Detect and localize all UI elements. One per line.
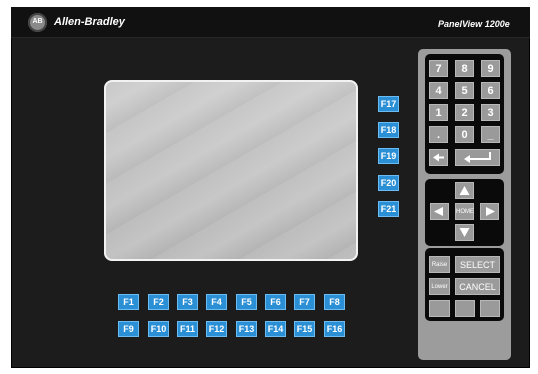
function-key-f6[interactable]: F6: [265, 294, 286, 310]
backspace-key[interactable]: [429, 149, 448, 166]
left-arrow-key[interactable]: [430, 203, 449, 220]
function-key-f20[interactable]: F20: [378, 175, 399, 191]
key-4[interactable]: 4: [429, 82, 448, 99]
logo-text: AB: [32, 18, 43, 25]
control-keys: Raise SELECT Lower CANCEL: [425, 248, 504, 321]
blank-key-3[interactable]: [480, 300, 500, 317]
function-key-f11[interactable]: F11: [177, 321, 198, 337]
lower-key[interactable]: Lower: [429, 278, 450, 295]
model-name: PanelView 1200e: [438, 19, 510, 29]
home-key[interactable]: HOME: [455, 203, 474, 220]
down-arrow-key[interactable]: [455, 224, 474, 241]
display-screen[interactable]: [104, 80, 358, 261]
key-minus[interactable]: _: [481, 126, 500, 143]
keypad-panel: 7 8 9 4 5 6 1 2 3 . 0 _ HOME Raise SELEC…: [418, 49, 511, 360]
function-key-f16[interactable]: F16: [324, 321, 345, 337]
select-key[interactable]: SELECT: [455, 256, 500, 273]
function-key-f3[interactable]: F3: [177, 294, 198, 310]
enter-arrow-icon: [464, 152, 491, 163]
up-arrow-key[interactable]: [455, 182, 474, 199]
left-triangle-icon: [434, 207, 443, 216]
function-key-f4[interactable]: F4: [206, 294, 227, 310]
key-3[interactable]: 3: [481, 104, 500, 121]
key-1[interactable]: 1: [429, 104, 448, 121]
function-key-f2[interactable]: F2: [148, 294, 169, 310]
function-key-f5[interactable]: F5: [236, 294, 257, 310]
function-key-f12[interactable]: F12: [206, 321, 227, 337]
allen-bradley-logo-icon: AB: [28, 13, 47, 32]
key-0[interactable]: 0: [455, 126, 474, 143]
header-bar: AB Allen-Bradley PanelView 1200e: [11, 7, 530, 38]
key-6[interactable]: 6: [481, 82, 500, 99]
function-key-f10[interactable]: F10: [148, 321, 169, 337]
numeric-keypad: 7 8 9 4 5 6 1 2 3 . 0 _: [425, 54, 504, 174]
key-8[interactable]: 8: [455, 60, 474, 77]
function-key-f14[interactable]: F14: [265, 321, 286, 337]
up-triangle-icon: [459, 186, 470, 195]
key-5[interactable]: 5: [455, 82, 474, 99]
key-9[interactable]: 9: [481, 60, 500, 77]
brand-name: Allen-Bradley: [54, 16, 125, 28]
function-key-f17[interactable]: F17: [378, 96, 399, 112]
function-key-f8[interactable]: F8: [324, 294, 345, 310]
function-key-f19[interactable]: F19: [378, 148, 399, 164]
key-7[interactable]: 7: [429, 60, 448, 77]
raise-key[interactable]: Raise: [429, 256, 450, 273]
function-key-f7[interactable]: F7: [294, 294, 315, 310]
right-arrow-key[interactable]: [480, 203, 499, 220]
key-2[interactable]: 2: [455, 104, 474, 121]
enter-key[interactable]: [455, 149, 500, 166]
function-key-f15[interactable]: F15: [294, 321, 315, 337]
function-key-f9[interactable]: F9: [118, 321, 139, 337]
cancel-key[interactable]: CANCEL: [455, 278, 500, 295]
navigation-pad: HOME: [425, 179, 504, 246]
function-key-f13[interactable]: F13: [236, 321, 257, 337]
left-arrow-icon: [433, 153, 444, 162]
down-triangle-icon: [459, 228, 470, 237]
key-decimal[interactable]: .: [429, 126, 448, 143]
blank-key-1[interactable]: [429, 300, 450, 317]
function-key-f18[interactable]: F18: [378, 122, 399, 138]
blank-key-2[interactable]: [455, 300, 475, 317]
function-key-f21[interactable]: F21: [378, 201, 399, 217]
function-key-f1[interactable]: F1: [118, 294, 139, 310]
right-triangle-icon: [486, 207, 495, 216]
